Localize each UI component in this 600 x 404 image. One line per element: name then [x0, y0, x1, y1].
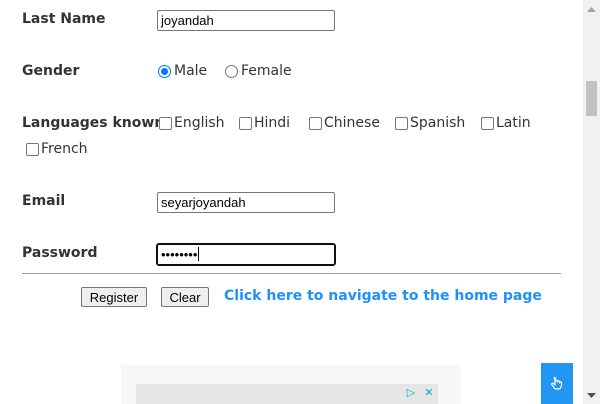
register-button[interactable]: Register: [81, 287, 147, 307]
gender-male-label: Male: [174, 63, 208, 79]
gender-female-option[interactable]: Female: [225, 63, 292, 79]
vertical-scrollbar[interactable]: [583, 0, 600, 404]
email-field[interactable]: seyarjoyandah: [157, 192, 335, 213]
language-hindi-option[interactable]: Hindi: [239, 115, 290, 131]
clear-button[interactable]: Clear: [161, 287, 209, 307]
language-english-checkbox[interactable]: [159, 116, 172, 130]
home-page-link[interactable]: Click here to navigate to the home page: [224, 287, 542, 305]
scroll-up-arrow[interactable]: [583, 0, 600, 17]
scroll-to-top-button[interactable]: [541, 363, 573, 404]
chevron-up-icon: [587, 6, 596, 12]
language-chinese-checkbox[interactable]: [309, 116, 322, 130]
ad-controls: ▷ ✕: [404, 386, 436, 400]
gender-male-radio[interactable]: [158, 64, 171, 78]
registration-form: Last Name joyandah Gender Male Female La…: [0, 0, 583, 404]
text-caret: [198, 247, 200, 261]
password-field[interactable]: ••••••••: [156, 243, 336, 266]
scrollbar-thumb[interactable]: [586, 81, 597, 116]
ad-content[interactable]: [136, 384, 438, 404]
language-french-option[interactable]: French: [26, 141, 88, 157]
language-latin-option[interactable]: Latin: [481, 115, 531, 131]
password-label: Password: [22, 245, 98, 261]
email-label: Email: [22, 193, 66, 209]
language-spanish-label: Spanish: [410, 115, 466, 131]
language-latin-label: Latin: [496, 115, 531, 131]
chevron-down-icon: [587, 392, 596, 398]
language-english-label: English: [174, 115, 225, 131]
scroll-down-arrow[interactable]: [583, 387, 600, 404]
language-spanish-checkbox[interactable]: [395, 116, 408, 130]
form-divider: [22, 273, 561, 274]
close-icon[interactable]: ✕: [422, 386, 436, 400]
language-spanish-option[interactable]: Spanish: [395, 115, 465, 131]
last-name-field[interactable]: joyandah: [157, 10, 335, 31]
language-french-label: French: [41, 141, 88, 157]
languages-label: Languages known: [22, 115, 165, 131]
language-hindi-label: Hindi: [254, 115, 291, 131]
language-english-option[interactable]: English: [159, 115, 225, 131]
gender-male-option[interactable]: Male: [158, 63, 207, 79]
hand-pointer-icon: [551, 376, 563, 389]
language-french-checkbox[interactable]: [26, 142, 39, 156]
gender-female-label: Female: [241, 63, 292, 79]
gender-female-radio[interactable]: [225, 64, 238, 78]
language-latin-checkbox[interactable]: [481, 116, 494, 130]
password-masked-value: ••••••••: [161, 247, 198, 262]
last-name-label: Last Name: [22, 11, 106, 27]
language-hindi-checkbox[interactable]: [239, 116, 252, 130]
ad-choices-icon[interactable]: ▷: [404, 386, 418, 400]
gender-label: Gender: [22, 63, 80, 79]
language-chinese-option[interactable]: Chinese: [309, 115, 380, 131]
language-chinese-label: Chinese: [324, 115, 380, 131]
